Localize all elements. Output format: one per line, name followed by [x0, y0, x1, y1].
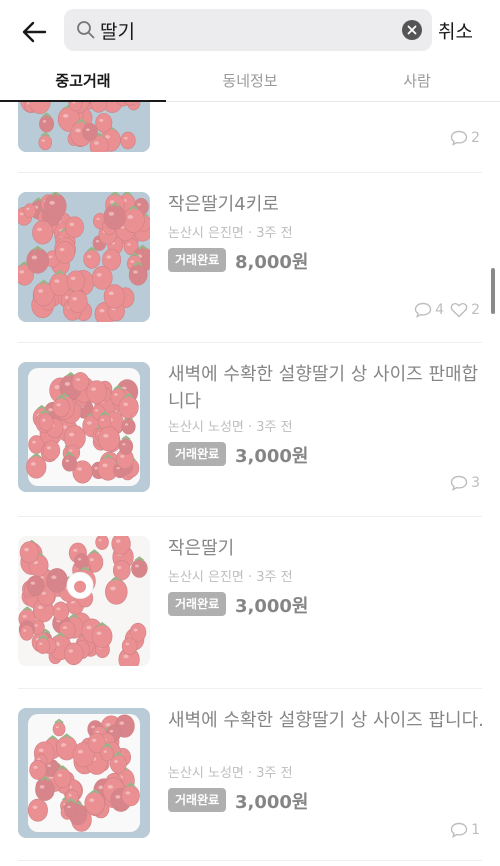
- tab-active-indicator: [0, 100, 166, 102]
- list-item[interactable]: 새벽에 수확한 설향딸기 상 사이즈 팝니다. 논산시 노성면 · 3주 전 거…: [0, 708, 500, 842]
- search-icon: [77, 21, 95, 39]
- search-header: 취소: [0, 0, 500, 62]
- item-thumbnail: [18, 102, 150, 152]
- divider: [18, 688, 482, 689]
- tab-local-info[interactable]: 동네정보: [167, 70, 333, 91]
- comment-count: 2: [450, 130, 480, 146]
- comment-count-value: 1: [471, 822, 480, 838]
- item-stats: 1: [444, 822, 480, 838]
- item-title: 작은딸기4키로: [168, 194, 279, 215]
- item-stats: 3: [444, 475, 480, 491]
- chat-bubble-icon: [450, 475, 468, 491]
- item-title: 새벽에 수확한 설향딸기 상 사이즈 판매합니다: [168, 364, 479, 412]
- item-location-time: 논산시 노성면 · 3주 전: [168, 766, 293, 781]
- item-location-time: 논산시 은진면 · 3주 전: [168, 570, 293, 585]
- status-badge: 거래완료: [168, 788, 227, 812]
- like-count: 2: [450, 302, 480, 318]
- scrollbar[interactable]: [491, 268, 495, 314]
- strawberry-image: [18, 192, 150, 322]
- results-list: 2 작은딸기4키로 논산시 은진면 · 3주 전 거래완료 8,000원 4 2: [0, 102, 500, 866]
- like-count-value: 2: [471, 302, 480, 318]
- heart-icon: [450, 302, 468, 318]
- chat-bubble-icon: [450, 822, 468, 838]
- item-thumbnail: [18, 362, 150, 492]
- close-icon: [407, 25, 417, 35]
- item-thumbnail: [18, 708, 150, 838]
- back-button[interactable]: [18, 16, 50, 48]
- list-item[interactable]: 새벽에 수확한 설향딸기 상 사이즈 판매합니다 논산시 노성면 · 3주 전 …: [0, 362, 500, 496]
- divider: [18, 172, 482, 173]
- item-location-time: 논산시 은진면 · 3주 전: [168, 226, 293, 241]
- comment-count-value: 2: [471, 130, 480, 146]
- status-badge: 거래완료: [168, 592, 227, 616]
- chat-bubble-icon: [414, 302, 432, 318]
- divider: [18, 342, 482, 343]
- item-thumbnail: [18, 192, 150, 322]
- item-thumbnail: [18, 536, 150, 666]
- strawberry-image: [18, 102, 150, 152]
- list-item[interactable]: 작은딸기4키로 논산시 은진면 · 3주 전 거래완료 8,000원 4 2: [0, 192, 500, 326]
- list-item[interactable]: 2: [0, 102, 500, 172]
- tab-used-trade[interactable]: 중고거래: [0, 70, 166, 91]
- item-stats: 2: [444, 130, 480, 146]
- arrow-left-icon: [22, 21, 47, 43]
- divider: [18, 860, 482, 861]
- search-input[interactable]: [100, 9, 390, 51]
- comment-count: 3: [450, 475, 480, 491]
- status-badge: 거래완료: [168, 248, 227, 272]
- status-badge: 거래완료: [168, 442, 227, 466]
- item-stats: 4 2: [408, 302, 480, 318]
- comment-count-value: 4: [435, 302, 445, 318]
- item-price: 3,000원: [235, 446, 309, 467]
- item-price: 3,000원: [235, 792, 309, 813]
- chat-bubble-icon: [450, 130, 468, 146]
- divider: [18, 516, 482, 517]
- item-price: 3,000원: [235, 596, 309, 617]
- comment-count-value: 3: [471, 475, 480, 491]
- tab-bar: 중고거래 동네정보 사람: [0, 62, 500, 102]
- search-box[interactable]: [64, 9, 432, 51]
- comment-count: 1: [450, 822, 480, 838]
- item-title: 작은딸기: [168, 538, 235, 559]
- cancel-button[interactable]: 취소: [438, 17, 473, 44]
- strawberry-image: [18, 536, 150, 666]
- clear-search-button[interactable]: [402, 20, 422, 40]
- strawberry-image: [18, 362, 150, 492]
- item-location-time: 논산시 노성면 · 3주 전: [168, 420, 293, 435]
- item-title: 새벽에 수확한 설향딸기 상 사이즈 팝니다.: [168, 710, 484, 731]
- item-price: 8,000원: [235, 252, 309, 273]
- strawberry-image: [18, 708, 150, 838]
- comment-count: 4: [414, 302, 444, 318]
- tab-people[interactable]: 사람: [334, 70, 500, 91]
- list-item[interactable]: 작은딸기 논산시 은진면 · 3주 전 거래완료 3,000원: [0, 536, 500, 670]
